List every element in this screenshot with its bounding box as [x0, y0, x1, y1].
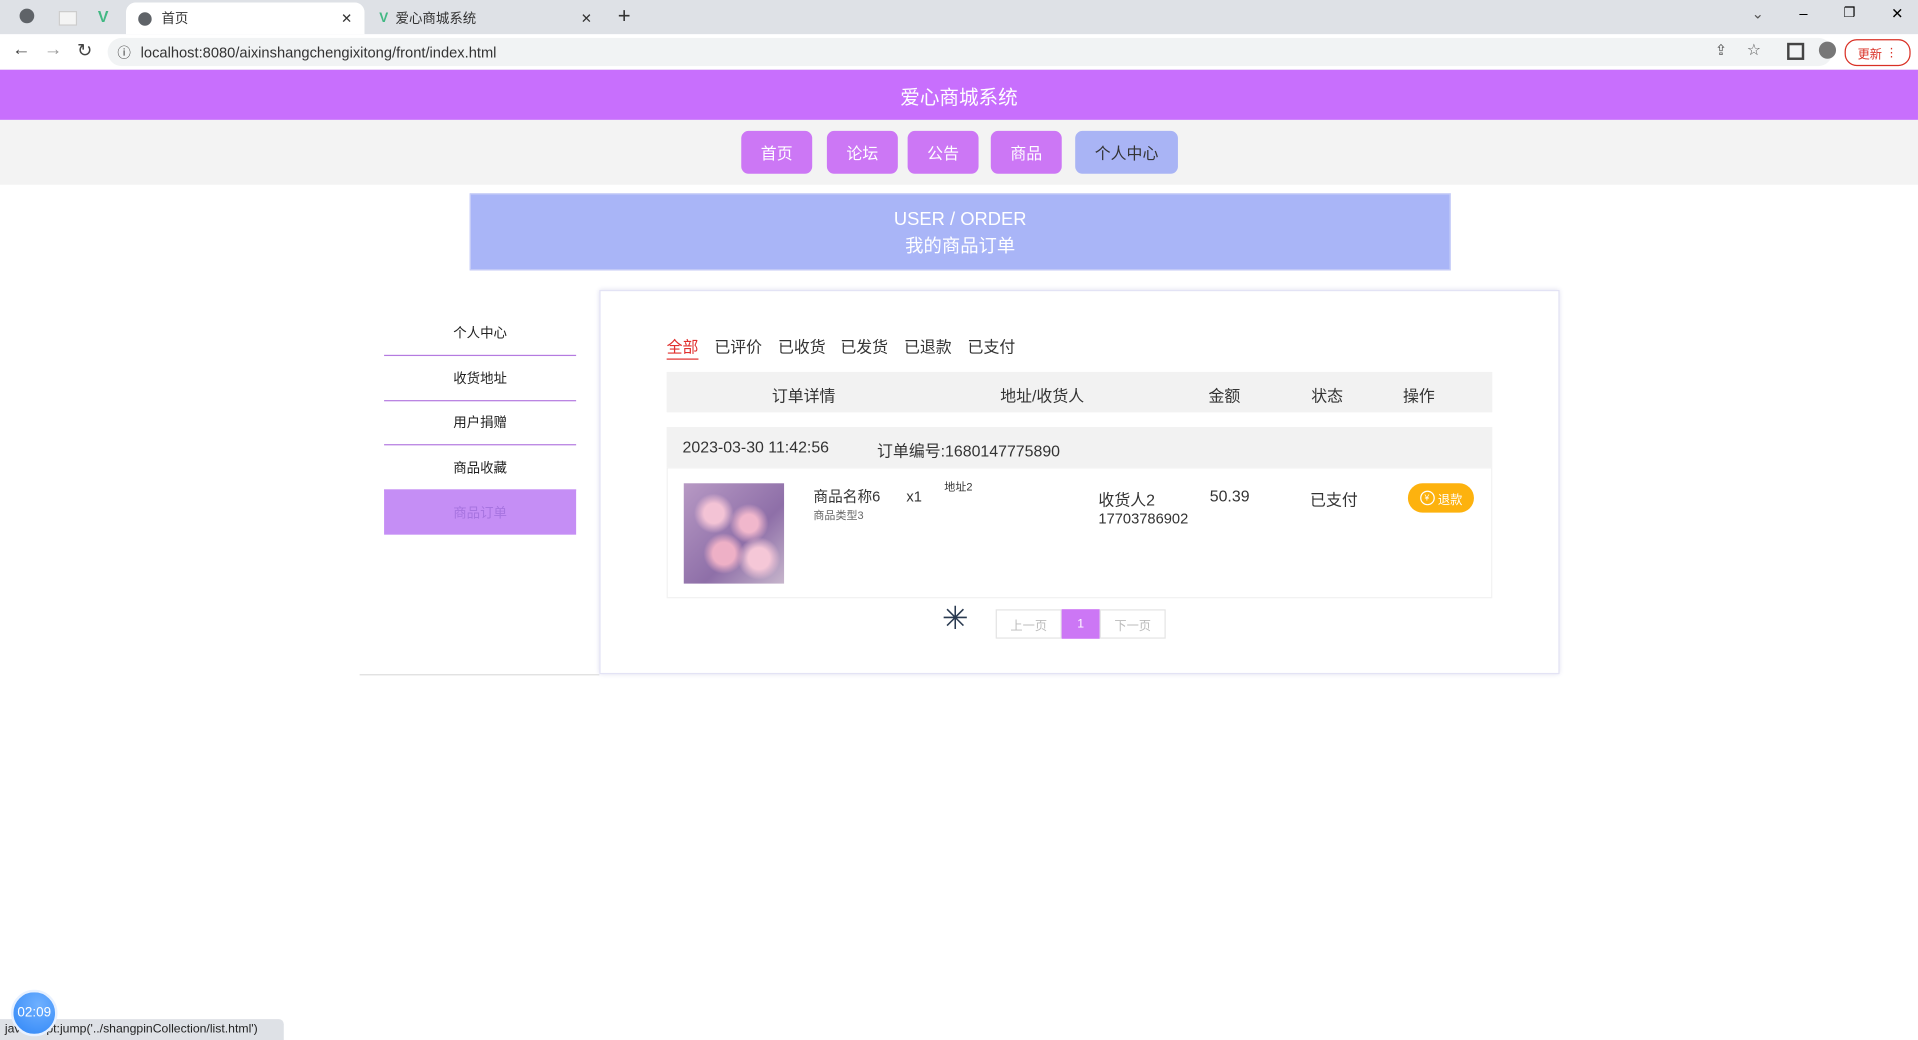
chevron-down-icon[interactable]: ⌄: [1752, 5, 1764, 22]
tab-all[interactable]: 全部: [666, 334, 699, 360]
sidebar-item-user-center[interactable]: 个人中心: [384, 311, 577, 357]
site-header: 爱心商城系统: [0, 69, 1918, 120]
sidebar: 个人中心 收货地址 用户捐赠 商品收藏 商品订单: [359, 290, 600, 676]
amount: 50.39: [1209, 486, 1250, 506]
quantity: x1: [906, 488, 922, 506]
next-page-button[interactable]: 下一页: [1099, 609, 1166, 639]
loading-spinner-icon: ✳: [941, 599, 969, 637]
profile-icon[interactable]: [1818, 41, 1837, 59]
close-icon[interactable]: ✕: [341, 10, 352, 27]
col-detail: 订单详情: [771, 386, 836, 405]
tab-shipped[interactable]: 已发货: [840, 334, 888, 357]
address-bar: ← → ↻ ⓘ localhost:8080/aixinshangchengix…: [0, 34, 1918, 71]
status: 已支付: [1310, 490, 1358, 509]
receiver: 收货人2: [1098, 490, 1155, 509]
col-action: 操作: [1403, 386, 1435, 405]
page-icon[interactable]: [58, 11, 78, 26]
reload-icon[interactable]: ↻: [77, 39, 92, 61]
close-icon[interactable]: ✕: [581, 10, 592, 27]
product-type: 商品类型3: [813, 508, 864, 522]
order-number: 订单编号:1680147775890: [877, 441, 1061, 461]
table-header: 订单详情 地址/收货人 金额 状态 操作: [666, 371, 1493, 413]
tab-mall[interactable]: V 爱心商城系统 ✕: [367, 2, 599, 34]
refund-button[interactable]: ¥ 退款: [1407, 483, 1474, 513]
phone: 17703786902: [1098, 510, 1189, 528]
order-panel: 全部 已评价 已收货 已发货 已退款 已支付 订单详情 地址/收货人 金额 状态…: [599, 289, 1560, 675]
browser-tab-bar: V 首页 ✕ V 爱心商城系统 ✕ + ⌄ – ❐ ✕: [0, 0, 1918, 35]
nav-notice[interactable]: 公告: [907, 130, 979, 174]
page-banner: USER / ORDER 我的商品订单: [469, 193, 1451, 271]
sidebar-item-address[interactable]: 收货地址: [384, 356, 577, 402]
tab-received[interactable]: 已收货: [778, 334, 826, 357]
col-address: 地址/收货人: [1000, 386, 1085, 405]
sidepanel-icon[interactable]: [1787, 42, 1805, 60]
star-icon[interactable]: ☆: [1747, 40, 1761, 60]
tab-reviewed[interactable]: 已评价: [714, 334, 762, 357]
forward-icon[interactable]: →: [44, 39, 62, 60]
minimize-icon[interactable]: –: [1799, 5, 1807, 22]
main-nav: 首页 论坛 公告 商品 个人中心: [0, 119, 1918, 185]
nav-user-center[interactable]: 个人中心: [1075, 130, 1178, 174]
nav-home[interactable]: 首页: [741, 130, 813, 174]
new-tab-icon[interactable]: +: [618, 4, 631, 30]
banner-en: USER / ORDER: [893, 209, 1027, 231]
restore-icon[interactable]: ❐: [1843, 5, 1855, 21]
order-header: 2023-03-30 11:42:56 订单编号:1680147775890: [666, 427, 1493, 468]
sidebar-item-collection[interactable]: 商品收藏: [384, 445, 577, 491]
vue-icon[interactable]: V: [98, 7, 109, 25]
update-button[interactable]: 更新 ⋮: [1844, 39, 1911, 67]
nav-goods[interactable]: 商品: [990, 130, 1062, 174]
info-icon: ⓘ: [117, 45, 131, 61]
address: 地址2: [944, 480, 973, 494]
sidebar-item-orders[interactable]: 商品订单: [384, 489, 577, 535]
back-icon[interactable]: ←: [12, 39, 30, 60]
globe-icon[interactable]: [19, 8, 35, 24]
prev-page-button[interactable]: 上一页: [995, 609, 1062, 639]
table-row: 商品名称6 商品类型3 x1 地址2 收货人2 17703786902 50.3…: [666, 467, 1493, 599]
order-time: 2023-03-30 11:42:56: [682, 438, 830, 457]
banner-title: 我的商品订单: [905, 236, 1016, 257]
sidebar-item-donation[interactable]: 用户捐赠: [384, 400, 577, 446]
product-image[interactable]: [683, 483, 785, 584]
yen-icon: ¥: [1419, 490, 1435, 506]
col-status: 状态: [1311, 386, 1344, 405]
globe-icon: [138, 11, 152, 26]
vue-icon: V: [379, 11, 389, 26]
tab-refunded[interactable]: 已退款: [904, 334, 952, 357]
col-amount: 金额: [1208, 386, 1241, 405]
page-1-button[interactable]: 1: [1061, 609, 1100, 639]
tab-home[interactable]: 首页 ✕: [125, 2, 365, 35]
site-title: 爱心商城系统: [900, 87, 1018, 109]
product-name: 商品名称6: [813, 488, 881, 506]
nav-forum[interactable]: 论坛: [826, 130, 898, 174]
url-input[interactable]: ⓘ localhost:8080/aixinshangchengixitong/…: [107, 37, 1833, 67]
close-window-icon[interactable]: ✕: [1891, 5, 1903, 22]
timer-badge: 02:09: [11, 989, 58, 1037]
share-icon[interactable]: ⇪: [1715, 42, 1727, 59]
tab-paid[interactable]: 已支付: [968, 334, 1016, 357]
